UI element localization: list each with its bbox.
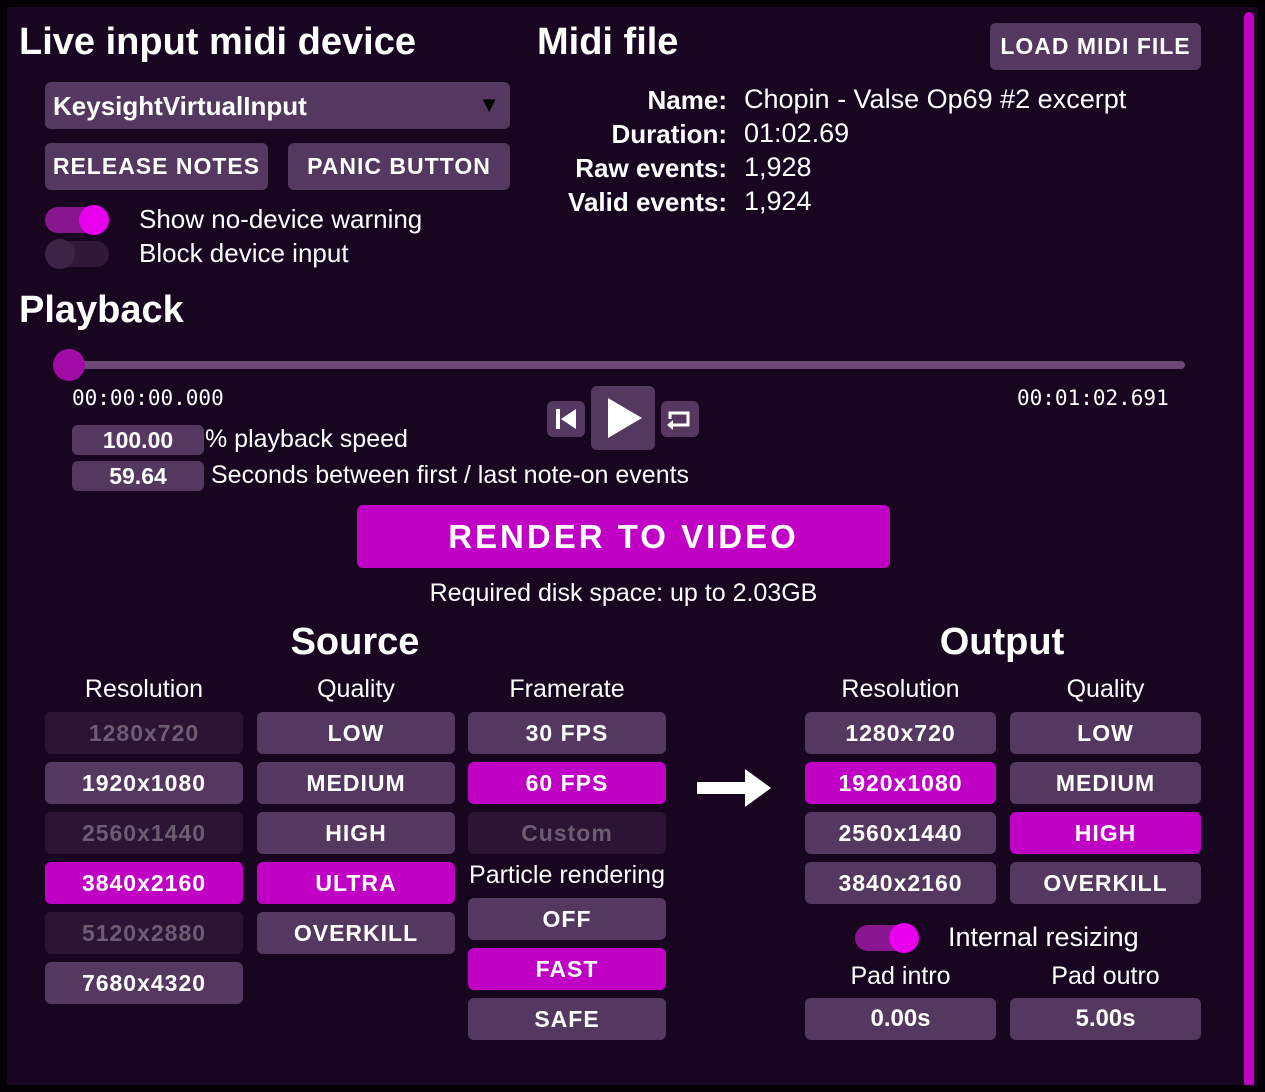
playback-seek-bar[interactable] bbox=[53, 349, 1185, 381]
source-resolution-option[interactable]: 2560x1440 bbox=[45, 812, 243, 854]
release-notes-button[interactable]: RELEASE NOTES bbox=[45, 143, 268, 190]
midi-duration-value: 01:02.69 bbox=[744, 118, 850, 148]
pad-intro-input[interactable]: 0.00s bbox=[805, 998, 996, 1040]
source-framerate-option[interactable]: 30 FPS bbox=[468, 712, 666, 754]
source-framerate-option[interactable]: Custom bbox=[468, 812, 666, 854]
output-resolution-header: Resolution bbox=[841, 675, 960, 703]
output-quality-option[interactable]: OVERKILL bbox=[1010, 862, 1201, 904]
block-input-label: Block device input bbox=[139, 238, 349, 268]
panic-button[interactable]: PANIC BUTTON bbox=[288, 143, 510, 190]
midi-raw-events-key: Raw events: bbox=[575, 153, 727, 183]
playback-speed-label: % playback speed bbox=[205, 425, 408, 453]
app-window: Live input midi device KeysightVirtualIn… bbox=[7, 7, 1258, 1085]
midi-valid-events-key: Valid events: bbox=[568, 187, 727, 217]
midi-name-value: Chopin - Valse Op69 #2 excerpt bbox=[744, 84, 1127, 114]
output-quality-option[interactable]: LOW bbox=[1010, 712, 1201, 754]
midi-duration-key: Duration: bbox=[611, 119, 727, 149]
midi-device-select-value: KeysightVirtualInput bbox=[53, 91, 307, 121]
show-warning-toggle[interactable] bbox=[45, 205, 109, 235]
skip-to-start-button[interactable] bbox=[547, 401, 585, 437]
loop-icon bbox=[667, 411, 690, 430]
source-particle-option[interactable]: SAFE bbox=[468, 998, 666, 1040]
dropdown-arrow-icon: ▼ bbox=[478, 92, 500, 117]
output-quality-header: Quality bbox=[1066, 675, 1145, 703]
source-quality-option[interactable]: MEDIUM bbox=[257, 762, 455, 804]
play-button[interactable] bbox=[591, 386, 655, 450]
seconds-between-input[interactable]: 59.64 bbox=[72, 461, 204, 491]
internal-resizing-label: Internal resizing bbox=[948, 922, 1139, 952]
source-particle-header: Particle rendering bbox=[469, 861, 665, 889]
source-quality-option[interactable]: OVERKILL bbox=[257, 912, 455, 954]
source-framerate-header: Framerate bbox=[509, 675, 625, 703]
source-resolution-option[interactable]: 5120x2880 bbox=[45, 912, 243, 954]
live-input-title: Live input midi device bbox=[19, 21, 416, 63]
playback-title: Playback bbox=[19, 289, 184, 331]
source-resolution-header: Resolution bbox=[84, 675, 204, 703]
vertical-scrollbar[interactable] bbox=[1244, 12, 1254, 1085]
output-resolution-option[interactable]: 2560x1440 bbox=[805, 812, 996, 854]
source-quality-option[interactable]: HIGH bbox=[257, 812, 455, 854]
internal-resizing-toggle[interactable] bbox=[855, 923, 919, 953]
source-particle-option[interactable]: OFF bbox=[468, 898, 666, 940]
show-warning-label: Show no-device warning bbox=[139, 204, 423, 234]
play-icon bbox=[608, 398, 642, 438]
output-resolution-option[interactable]: 3840x2160 bbox=[805, 862, 996, 904]
midi-raw-events-value: 1,928 bbox=[744, 152, 812, 182]
skip-to-start-icon bbox=[556, 409, 576, 429]
load-midi-file-button[interactable]: LOAD MIDI FILE bbox=[990, 23, 1201, 70]
source-resolution-option[interactable]: 3840x2160 bbox=[45, 862, 243, 904]
pad-outro-input[interactable]: 5.00s bbox=[1010, 998, 1201, 1040]
source-quality-header: Quality bbox=[317, 675, 395, 703]
playback-start-time: 00:00:00.000 bbox=[72, 386, 224, 410]
source-particle-option[interactable]: FAST bbox=[468, 948, 666, 990]
midi-valid-events-value: 1,924 bbox=[744, 186, 812, 216]
playback-speed-input[interactable]: 100.00 bbox=[72, 425, 204, 455]
source-quality-option[interactable]: LOW bbox=[257, 712, 455, 754]
pad-outro-label: Pad outro bbox=[1051, 962, 1160, 990]
render-to-video-button[interactable]: RENDER TO VIDEO bbox=[357, 505, 890, 568]
seconds-between-label: Seconds between first / last note-on eve… bbox=[211, 461, 690, 489]
source-resolution-option[interactable]: 1280x720 bbox=[45, 712, 243, 754]
right-arrow-icon bbox=[697, 769, 771, 807]
source-resolution-option[interactable]: 7680x4320 bbox=[45, 962, 243, 1004]
seek-handle[interactable] bbox=[53, 349, 85, 381]
output-resolution-option[interactable]: 1280x720 bbox=[805, 712, 996, 754]
midi-name-key: Name: bbox=[647, 85, 727, 115]
midi-device-select[interactable]: KeysightVirtualInput ▼ bbox=[45, 82, 510, 129]
block-input-toggle[interactable] bbox=[45, 239, 109, 269]
midi-file-title: Midi file bbox=[537, 21, 679, 63]
loop-button[interactable] bbox=[661, 401, 699, 437]
source-title: Source bbox=[290, 621, 420, 663]
output-quality-option[interactable]: HIGH bbox=[1010, 812, 1201, 854]
output-resolution-option[interactable]: 1920x1080 bbox=[805, 762, 996, 804]
pad-intro-label: Pad intro bbox=[850, 962, 951, 990]
disk-space-label: Required disk space: up to 2.03GB bbox=[429, 579, 818, 607]
output-quality-option[interactable]: MEDIUM bbox=[1010, 762, 1201, 804]
playback-end-time: 00:01:02.691 bbox=[1017, 386, 1169, 410]
source-quality-option[interactable]: ULTRA bbox=[257, 862, 455, 904]
source-framerate-option[interactable]: 60 FPS bbox=[468, 762, 666, 804]
output-title: Output bbox=[939, 621, 1065, 663]
source-resolution-option[interactable]: 1920x1080 bbox=[45, 762, 243, 804]
